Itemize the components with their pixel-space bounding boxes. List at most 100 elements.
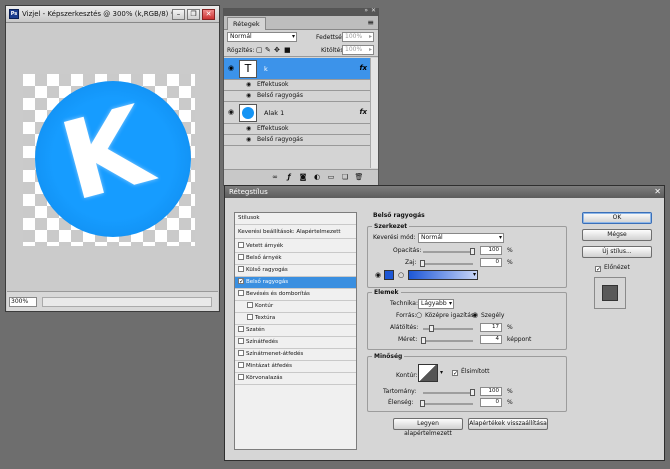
radio-center-icon[interactable]: ○	[416, 311, 422, 319]
checkbox[interactable]	[238, 349, 244, 356]
noise-slider-knob[interactable]	[420, 260, 425, 267]
style-pattern-overlay[interactable]: Mintázat átfedés	[235, 361, 356, 373]
checkbox[interactable]	[238, 325, 244, 332]
preview-checkbox[interactable]: ✓	[595, 266, 601, 273]
style-texture[interactable]: Textúra	[235, 313, 356, 325]
checkbox[interactable]	[238, 289, 244, 296]
close-icon[interactable]: ✕	[654, 187, 661, 196]
eye-icon[interactable]: ◉	[246, 125, 251, 132]
minimize-button[interactable]: –	[172, 9, 185, 20]
eye-icon[interactable]: ◉	[226, 64, 236, 72]
new-style-button[interactable]: Új stílus...	[582, 246, 652, 258]
canvas-area[interactable]: K	[7, 24, 218, 290]
style-outer-glow[interactable]: Külső ragyogás	[235, 265, 356, 277]
antialias-checkbox[interactable]: ✓	[452, 370, 458, 377]
jitter-slider[interactable]	[420, 400, 473, 407]
panel-menu-icon[interactable]: ≡	[367, 18, 374, 27]
style-inner-shadow[interactable]: Belső árnyék	[235, 253, 356, 265]
layer-blend-mode-select[interactable]: Normál ▾	[227, 32, 297, 42]
preview-label[interactable]: Előnézet	[604, 264, 630, 271]
choke-slider-knob[interactable]	[428, 325, 434, 332]
jitter-input[interactable]: 0	[480, 398, 502, 407]
make-default-button[interactable]: Legyen alapértelmezett	[393, 418, 463, 437]
layer-row-k[interactable]: ◉ T k fx	[224, 58, 370, 80]
checkbox[interactable]	[247, 313, 253, 320]
radio-edge-icon[interactable]: ◉	[472, 311, 478, 319]
opacity-slider-knob[interactable]	[470, 248, 475, 255]
size-slider-knob[interactable]	[421, 337, 426, 344]
layer-row-alak-1[interactable]: ◉ Alak 1 fx	[224, 102, 370, 124]
dialog-titlebar[interactable]: Rétegstílus ✕	[225, 186, 664, 198]
checkbox[interactable]	[238, 361, 244, 368]
style-list-blending[interactable]: Keverési beállítások: Alapértelmezett	[235, 227, 356, 239]
blend-mode-select[interactable]: Normál ▾	[418, 233, 504, 243]
cancel-button[interactable]: Mégse	[582, 229, 652, 241]
checkbox[interactable]	[238, 253, 244, 260]
technique-select[interactable]: Lágyabb ▾	[418, 299, 454, 309]
canvas[interactable]: K	[23, 74, 195, 246]
mask-icon[interactable]: ◙	[298, 173, 308, 182]
layer-name[interactable]: k	[264, 65, 268, 73]
document-titlebar[interactable]: Ps Vizjel - Képszerkesztés @ 300% (k,RGB…	[6, 6, 219, 23]
chevron-down-icon[interactable]: ▾	[440, 369, 443, 376]
radio-color-icon[interactable]: ◉	[375, 271, 381, 279]
ok-button[interactable]: OK	[582, 212, 652, 224]
lock-all-icon[interactable]: ■	[284, 46, 291, 54]
eye-icon[interactable]: ◉	[246, 81, 251, 88]
style-contour[interactable]: Kontúr	[235, 301, 356, 313]
size-input[interactable]: 4	[480, 335, 502, 344]
adjustment-icon[interactable]: ◐	[312, 173, 322, 182]
source-center-label[interactable]: Középre igazítás	[425, 312, 474, 319]
lock-position-icon[interactable]: ✥	[274, 46, 280, 54]
eye-icon[interactable]: ◉	[246, 136, 251, 143]
jitter-slider-knob[interactable]	[420, 400, 425, 407]
checkbox[interactable]	[238, 373, 244, 380]
style-stroke[interactable]: Körvonalazás	[235, 373, 356, 385]
layers-scrollbar[interactable]	[370, 58, 378, 168]
source-edge-label[interactable]: Szegély	[481, 312, 504, 319]
choke-input[interactable]: 17	[480, 323, 502, 332]
layer-effects-row[interactable]: ◉ Effektusok	[224, 80, 370, 91]
eye-icon[interactable]: ◉	[246, 92, 251, 99]
lock-pixels-icon[interactable]: ✎	[265, 46, 271, 54]
opacity-slider[interactable]	[423, 248, 475, 255]
glow-color-swatch[interactable]	[384, 270, 394, 280]
close-button[interactable]: ✕	[202, 9, 215, 20]
link-icon[interactable]: ∞	[270, 173, 280, 182]
layer-effect-item[interactable]: ◉ Belső ragyogás	[224, 91, 370, 102]
fx-menu-icon[interactable]: ƒ	[284, 173, 294, 182]
opacity-input[interactable]: 100	[480, 246, 502, 255]
style-gradient-overlay[interactable]: Színátmenet-átfedés	[235, 349, 356, 361]
noise-slider[interactable]	[420, 260, 473, 267]
fx-icon[interactable]: fx	[359, 108, 367, 116]
radio-gradient-icon[interactable]: ○	[398, 271, 404, 279]
checkbox-checked[interactable]: ✓	[238, 277, 244, 284]
range-slider[interactable]	[423, 389, 475, 396]
noise-input[interactable]: 0	[480, 258, 502, 267]
restore-button[interactable]: ❐	[187, 9, 200, 20]
checkbox[interactable]	[247, 301, 253, 308]
checkbox[interactable]	[238, 337, 244, 344]
checkbox[interactable]	[238, 265, 244, 272]
horizontal-scrollbar[interactable]	[42, 297, 212, 307]
trash-icon[interactable]: 🗑	[354, 173, 364, 182]
folder-icon[interactable]: ▭	[326, 173, 336, 182]
lock-transparency-icon[interactable]: ▢	[256, 46, 263, 54]
eye-icon[interactable]: ◉	[226, 108, 236, 116]
new-layer-icon[interactable]: ❏	[340, 173, 350, 182]
size-slider[interactable]	[421, 337, 473, 344]
fx-icon[interactable]: fx	[359, 64, 367, 72]
tab-layers[interactable]: Rétegek	[227, 17, 266, 30]
checkbox[interactable]	[238, 241, 244, 248]
layer-name[interactable]: Alak 1	[264, 109, 284, 117]
contour-picker[interactable]	[418, 364, 438, 382]
layer-effect-item[interactable]: ◉ Belső ragyogás	[224, 135, 370, 146]
range-input[interactable]: 100	[480, 387, 502, 396]
antialias-label[interactable]: Élsimított	[461, 368, 490, 375]
choke-slider[interactable]	[423, 325, 473, 332]
style-drop-shadow[interactable]: Vetett árnyék	[235, 241, 356, 253]
layers-panel-titlebar[interactable]: » ✕	[224, 7, 378, 16]
layer-effects-row[interactable]: ◉ Effektusok	[224, 124, 370, 135]
gradient-picker[interactable]: ▾	[408, 270, 478, 280]
layer-opacity-input[interactable]: 100% ▸	[342, 32, 374, 42]
